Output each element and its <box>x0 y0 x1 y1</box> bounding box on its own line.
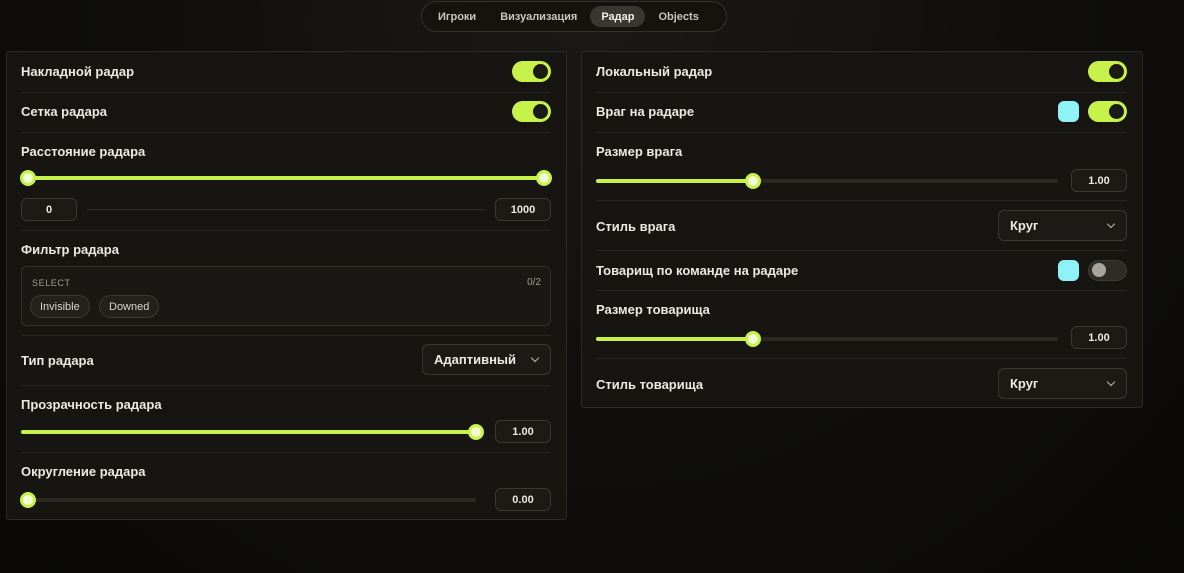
enemy-on-radar-toggle[interactable] <box>1088 101 1127 122</box>
multiselect-count: 0/2 <box>527 277 541 288</box>
tab-players[interactable]: Игроки <box>427 6 487 27</box>
radar-type-label: Тип радара <box>21 353 94 368</box>
teammate-color-swatch[interactable] <box>1058 260 1079 281</box>
slider-fill <box>28 176 544 180</box>
divider <box>596 290 1127 291</box>
toggle-knob <box>1109 104 1124 119</box>
divider <box>21 385 551 386</box>
toggle-knob <box>533 64 548 79</box>
enemy-size-label: Размер врага <box>596 144 683 159</box>
toggle-knob <box>1092 263 1106 277</box>
filter-chip-downed[interactable]: Downed <box>99 295 160 318</box>
enemy-color-swatch[interactable] <box>1058 101 1079 122</box>
radar-opacity-slider[interactable] <box>21 424 484 440</box>
radar-grid-row: Сетка радара <box>21 100 551 124</box>
radar-rounding-input[interactable]: 0.00 <box>495 488 551 511</box>
enemy-style-row: Стиль врага Круг <box>596 209 1127 243</box>
teammate-size-input[interactable]: 1.00 <box>1071 326 1127 349</box>
local-radar-row: Локальный радар <box>596 60 1127 84</box>
range-connector <box>87 209 485 210</box>
slider-fill <box>21 430 476 434</box>
teammate-on-radar-label: Товарищ по команде на радаре <box>596 263 799 278</box>
chevron-down-icon <box>1106 219 1116 229</box>
range-max-input[interactable]: 1000 <box>495 198 551 221</box>
tab-radar[interactable]: Радар <box>590 6 646 27</box>
local-radar-label: Локальный радар <box>596 64 713 79</box>
range-max-thumb[interactable] <box>536 170 552 186</box>
slider-fill <box>596 179 754 183</box>
teammate-on-radar-toggle[interactable] <box>1088 260 1127 281</box>
filter-chip-invisible[interactable]: Invisible <box>30 295 90 318</box>
radar-grid-toggle[interactable] <box>512 101 551 122</box>
divider <box>596 200 1127 201</box>
divider <box>596 92 1127 93</box>
tab-objects[interactable]: Objects <box>647 6 709 27</box>
divider <box>21 452 551 453</box>
radar-type-row: Тип радара Адаптивный <box>21 343 551 377</box>
enemy-on-radar-label: Враг на радаре <box>596 104 695 119</box>
teammate-size-row: Размер товарища 1.00 <box>596 298 1127 354</box>
radar-type-value: Адаптивный <box>434 352 517 367</box>
teammate-size-slider[interactable] <box>596 331 1058 347</box>
enemy-style-label: Стиль врага <box>596 219 676 234</box>
enemy-size-row: Размер врага 1.00 <box>596 140 1127 196</box>
teammate-style-select[interactable]: Круг <box>998 368 1127 399</box>
divider <box>21 335 551 336</box>
radar-distance-row: Расстояние радара 0 1000 <box>20 140 552 221</box>
local-radar-toggle[interactable] <box>1088 61 1127 82</box>
enemy-style-value: Круг <box>1010 218 1039 233</box>
slider-thumb[interactable] <box>745 331 762 347</box>
multiselect-title: SELECT <box>32 278 71 288</box>
overlay-radar-label: Накладной радар <box>21 64 135 79</box>
enemy-style-select[interactable]: Круг <box>998 210 1127 241</box>
divider <box>21 92 551 93</box>
radar-opacity-label: Прозрачность радара <box>21 397 162 412</box>
teammate-style-row: Стиль товарища Круг <box>596 367 1127 401</box>
chevron-down-icon <box>530 353 540 363</box>
radar-grid-label: Сетка радара <box>21 104 107 119</box>
tab-bar: Игроки Визуализация Радар Objects <box>421 1 727 32</box>
slider-fill <box>596 337 754 341</box>
toggle-knob <box>1109 64 1124 79</box>
teammate-on-radar-row: Товарищ по команде на радаре <box>596 259 1127 283</box>
divider <box>21 132 551 133</box>
divider <box>596 132 1127 133</box>
range-min-input[interactable]: 0 <box>21 198 77 221</box>
divider <box>596 358 1127 359</box>
slider-thumb[interactable] <box>20 492 36 508</box>
radar-rounding-label: Округление радара <box>21 464 146 479</box>
divider <box>596 250 1127 251</box>
teammate-size-label: Размер товарища <box>596 302 710 317</box>
overlay-radar-row: Накладной радар <box>21 60 551 84</box>
radar-filter-row: Фильтр радара SELECT 0/2 Invisible Downe… <box>21 238 551 328</box>
chevron-down-icon <box>1106 377 1116 387</box>
teammate-style-label: Стиль товарища <box>596 377 704 392</box>
enemy-size-slider[interactable] <box>596 173 1058 189</box>
radar-filter-label: Фильтр радара <box>21 242 119 257</box>
radar-opacity-row: Прозрачность радара 1.00 <box>21 393 551 447</box>
radar-distance-label: Расстояние радара <box>21 144 146 159</box>
radar-enemies-panel: Локальный радар Враг на радаре Размер вр… <box>581 51 1143 408</box>
overlay-radar-toggle[interactable] <box>512 61 551 82</box>
range-min-thumb[interactable] <box>20 170 36 186</box>
toggle-knob <box>533 104 548 119</box>
radar-settings-panel: Накладной радар Сетка радара Расстояние … <box>6 51 567 520</box>
enemy-on-radar-row: Враг на радаре <box>596 100 1127 124</box>
teammate-style-value: Круг <box>1010 376 1039 391</box>
slider-thumb[interactable] <box>468 424 484 440</box>
radar-rounding-slider[interactable] <box>20 492 476 508</box>
divider <box>21 230 551 231</box>
slider-thumb[interactable] <box>745 173 762 189</box>
enemy-size-input[interactable]: 1.00 <box>1071 169 1127 192</box>
radar-distance-slider[interactable] <box>20 170 552 186</box>
tab-visuals[interactable]: Визуализация <box>489 6 588 27</box>
radar-type-select[interactable]: Адаптивный <box>422 344 551 375</box>
radar-rounding-row: Округление радара 0.00 <box>20 460 551 514</box>
radar-opacity-input[interactable]: 1.00 <box>495 420 551 443</box>
radar-filter-multiselect[interactable]: SELECT 0/2 Invisible Downed <box>21 266 551 326</box>
